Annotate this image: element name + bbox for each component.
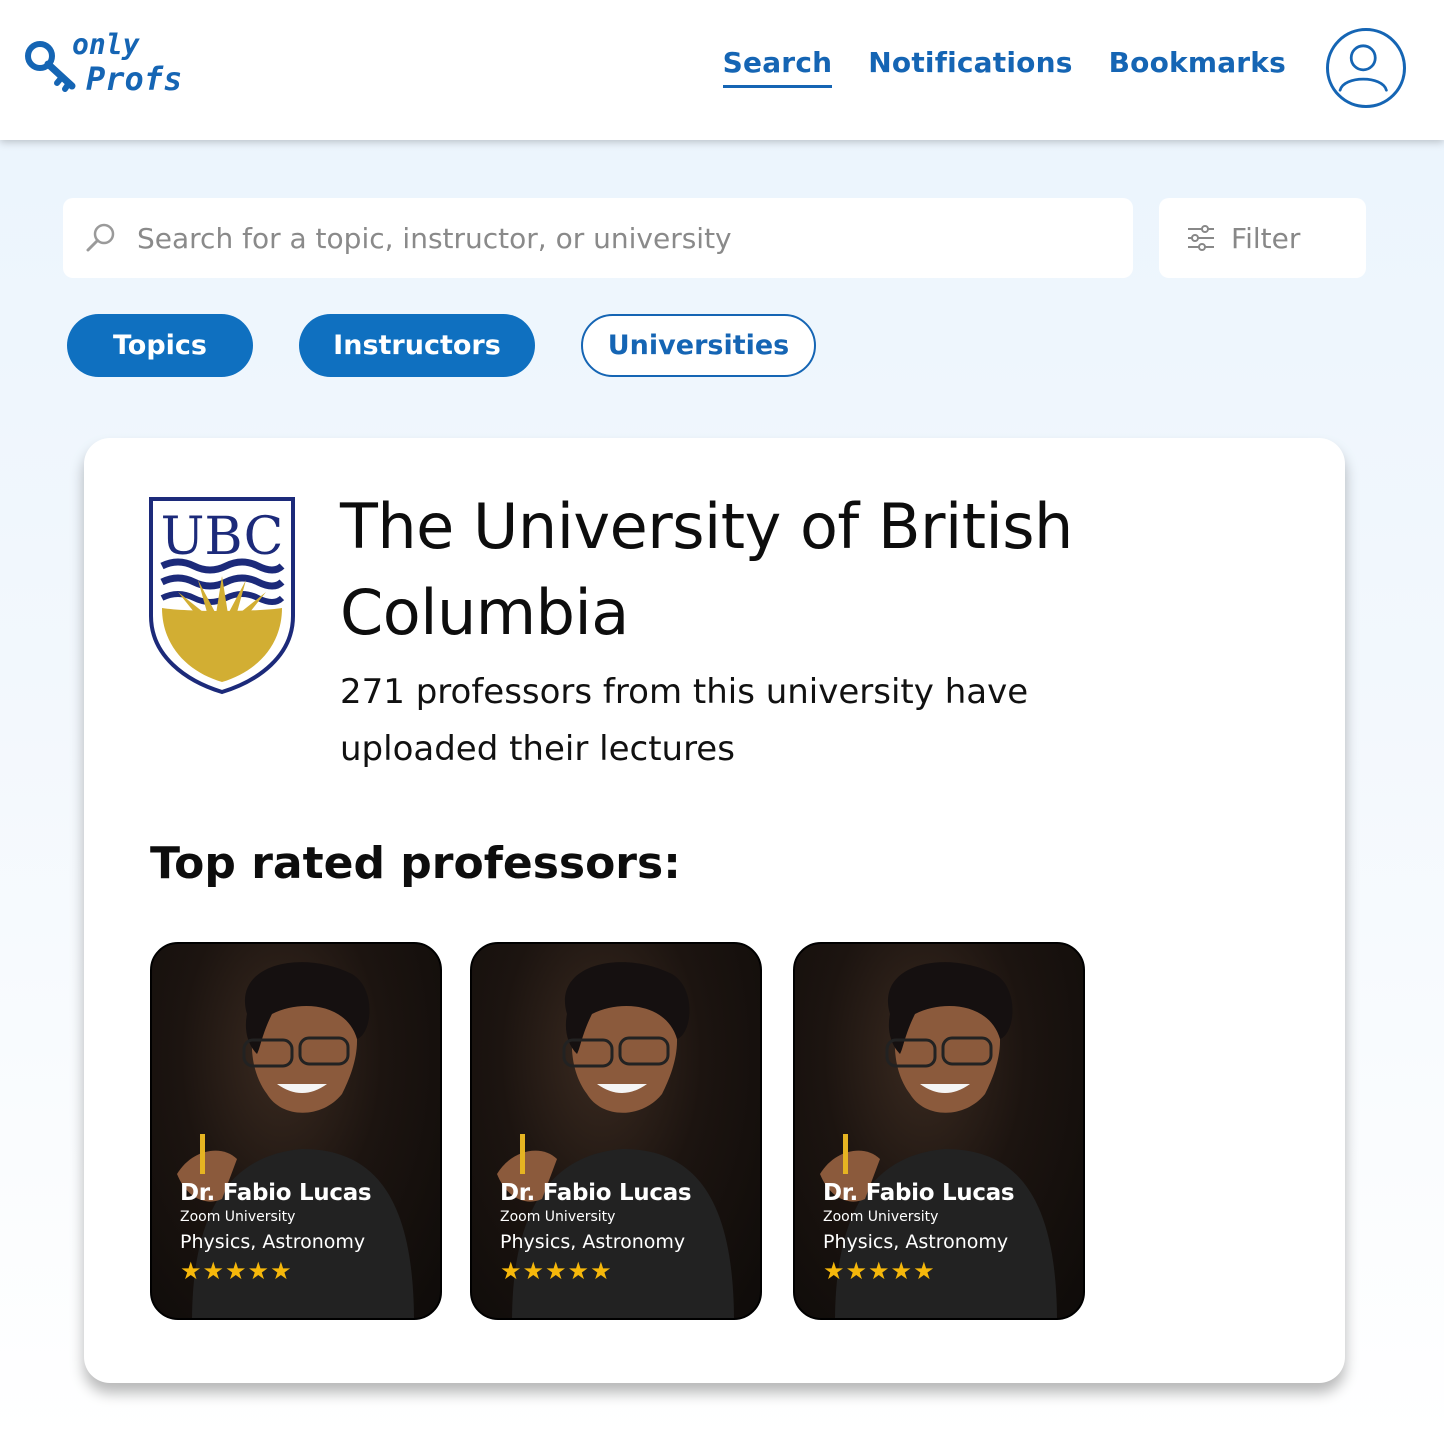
professor-university: Zoom University [500, 1209, 616, 1225]
top-rated-heading: Top rated professors: [150, 838, 681, 889]
professor-card[interactable]: Dr. Fabio Lucas Zoom University Physics,… [470, 942, 762, 1320]
ubc-crest-logo: UBC [149, 497, 295, 695]
professor-info: Dr. Fabio Lucas Zoom University Physics,… [500, 1180, 692, 1285]
logo-line-only: only [72, 28, 140, 61]
tab-topics[interactable]: Topics [67, 314, 253, 377]
top-navbar: only Profs Search Notifications Bookmark… [0, 0, 1444, 140]
professor-subjects: Physics, Astronomy [180, 1231, 366, 1253]
professor-name: Dr. Fabio Lucas [180, 1180, 372, 1206]
filter-label: Filter [1231, 221, 1301, 255]
logo-wordmark: only Profs [70, 28, 182, 96]
nav-search-link[interactable]: Search [722, 46, 833, 88]
university-card: UBC The University of British Columbia 2… [84, 438, 1345, 1383]
crest-text: UBC [161, 507, 284, 567]
star-rating-icon: ★★★★★ [500, 1257, 613, 1285]
professor-university: Zoom University [823, 1209, 939, 1225]
professor-subjects: Physics, Astronomy [500, 1231, 686, 1253]
professor-card[interactable]: Dr. Fabio Lucas Zoom University Physics,… [150, 942, 442, 1320]
professor-info: Dr. Fabio Lucas Zoom University Physics,… [823, 1180, 1015, 1285]
professor-name: Dr. Fabio Lucas [823, 1180, 1015, 1206]
logo-line-profs: Profs [86, 60, 183, 98]
university-name: The University of British Columbia [340, 490, 1073, 649]
nav-notifications-link[interactable]: Notifications [868, 46, 1072, 88]
university-description: 271 professors from this university have… [340, 672, 1029, 769]
search-bar [63, 198, 1133, 278]
professor-info: Dr. Fabio Lucas Zoom University Physics,… [180, 1180, 372, 1285]
star-rating-icon: ★★★★★ [823, 1257, 936, 1285]
professor-name: Dr. Fabio Lucas [500, 1180, 692, 1206]
professor-university: Zoom University [180, 1209, 296, 1225]
tab-instructors[interactable]: Instructors [299, 314, 535, 377]
professor-card[interactable]: Dr. Fabio Lucas Zoom University Physics,… [793, 942, 1085, 1320]
main-nav: Search Notifications Bookmarks [722, 46, 1286, 88]
professor-subjects: Physics, Astronomy [823, 1231, 1009, 1253]
sliders-icon [1188, 225, 1214, 251]
filter-button[interactable]: Filter [1159, 198, 1366, 278]
star-rating-icon: ★★★★★ [180, 1257, 293, 1285]
tab-universities[interactable]: Universities [581, 314, 816, 377]
search-icon [86, 223, 115, 252]
nav-bookmarks-link[interactable]: Bookmarks [1109, 46, 1286, 88]
user-icon [1338, 44, 1388, 92]
onlyprofs-logo[interactable]: only Profs [22, 28, 182, 108]
search-input[interactable] [137, 221, 1037, 255]
user-avatar-button[interactable] [1326, 28, 1406, 108]
